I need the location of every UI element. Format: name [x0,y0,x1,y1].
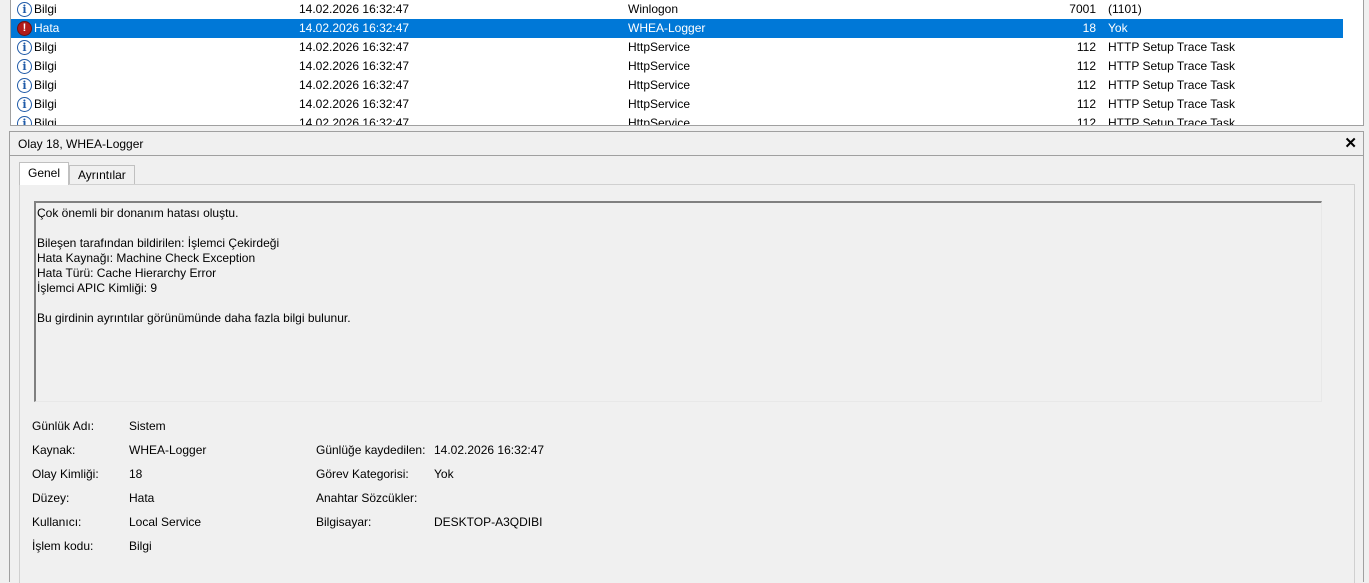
keywords-label: Anahtar Sözcükler: [316,491,418,505]
event-level: Bilgi [34,116,57,126]
log-name-label: Günlük Adı: [32,419,95,433]
event-row[interactable]: ! Hata 14.02.2026 16:32:47 WHEA-Logger 18 Yok [11,19,1343,38]
description-line: Hata Türü: Cache Hierarchy Error [37,266,217,280]
computer-label: Bilgisayar: [316,515,372,529]
detail-header: Olay 18, WHEA-Logger ✕ [10,132,1363,156]
description-line: Bu girdinin ayrıntılar görünümünde daha … [37,311,351,325]
logged-label: Günlüğe kaydedilen: [316,443,426,457]
event-level: Bilgi [34,59,57,73]
event-source: HttpService [628,97,691,111]
description-line: Hata Kaynağı: Machine Check Exception [37,251,256,265]
event-level: Bilgi [34,40,57,54]
event-task-category: HTTP Setup Trace Task [1108,78,1235,92]
error-circle-icon: ! [17,21,32,36]
event-id-value[interactable]: 18 [129,466,142,482]
event-task-category: Yok [1108,21,1128,35]
event-row[interactable]: i Bilgi 14.02.2026 16:32:47 HttpService 112 H… [11,57,1363,76]
source-value[interactable]: WHEA-Logger [129,442,206,458]
event-source: WHEA-Logger [628,21,706,35]
event-date: 14.02.2026 16:32:47 [299,40,410,54]
log-name-value[interactable]: Sistem [129,418,166,434]
info-circle-icon: i [17,40,32,55]
info-circle-icon: i [17,97,32,112]
event-row[interactable]: i Bilgi 14.02.2026 16:32:47 HttpService 112 H… [11,95,1363,114]
task-category-label: Görev Kategorisi: [316,467,409,481]
event-source: Winlogon [628,2,679,16]
tab-general[interactable]: Genel [19,162,70,185]
event-source: HttpService [628,40,691,54]
event-task-category: (1101) [1108,2,1142,16]
event-source: HttpService [628,59,691,73]
detail-title: Olay 18, WHEA-Logger [18,137,144,151]
event-row[interactable]: i Bilgi 14.02.2026 16:32:47 HttpService 112 H… [11,114,1363,126]
event-date: 14.02.2026 16:32:47 [299,116,410,126]
event-id: 18 [1082,21,1096,35]
level-label: Düzey: [32,491,70,505]
event-date: 14.02.2026 16:32:47 [299,59,410,73]
task-category-value[interactable]: Yok [434,466,454,482]
event-id: 112 [1076,97,1096,111]
event-id: 112 [1076,116,1096,126]
info-circle-icon: i [17,78,32,93]
event-id: 112 [1076,40,1096,54]
description-line: Çok önemli bir donanım hatası oluştu. [37,206,239,220]
event-description[interactable]: Çok önemli bir donanım hatası oluştu. Bi… [34,201,1322,402]
event-source: HttpService [628,116,691,126]
event-task-category: HTTP Setup Trace Task [1108,116,1235,126]
event-task-category: HTTP Setup Trace Task [1108,59,1235,73]
event-date: 14.02.2026 16:32:47 [299,78,410,92]
event-detail-pane: Olay 18, WHEA-Logger ✕ Genel Ayrıntılar … [9,131,1364,583]
event-id: 7001 [1069,2,1096,16]
event-level: Hata [34,21,60,35]
event-id: 112 [1076,78,1096,92]
level-value[interactable]: Hata [129,490,154,506]
user-label: Kullanıcı: [32,515,82,529]
event-level: Bilgi [34,78,57,92]
info-circle-icon: i [17,2,32,17]
event-list[interactable]: i Bilgi 14.02.2026 16:32:47 Winlogon 7001 (11… [10,0,1364,126]
tab-details[interactable]: Ayrıntılar [69,165,135,185]
event-row[interactable]: i Bilgi 14.02.2026 16:32:47 Winlogon 7001 (11… [11,0,1363,19]
close-icon[interactable]: ✕ [1344,133,1357,155]
computer-value[interactable]: DESKTOP-A3QDIBI [434,514,542,530]
event-date: 14.02.2026 16:32:47 [299,21,410,35]
event-date: 14.02.2026 16:32:47 [299,97,410,111]
description-line: İşlemci APIC Kimliği: 9 [37,281,158,295]
event-date: 14.02.2026 16:32:47 [299,2,410,16]
event-row[interactable]: i Bilgi 14.02.2026 16:32:47 HttpService 112 H… [11,76,1363,95]
source-label: Kaynak: [32,443,76,457]
event-source: HttpService [628,78,691,92]
opcode-label: İşlem kodu: [32,539,94,553]
logged-value[interactable]: 14.02.2026 16:32:47 [434,442,544,458]
info-circle-icon: i [17,59,32,74]
event-id-label: Olay Kimliği: [32,467,99,481]
event-level: Bilgi [34,97,57,111]
info-circle-icon: i [17,116,32,125]
event-level: Bilgi [34,2,57,16]
user-value[interactable]: Local Service [129,514,201,530]
opcode-value[interactable]: Bilgi [129,538,152,554]
event-task-category: HTTP Setup Trace Task [1108,40,1235,54]
event-row[interactable]: i Bilgi 14.02.2026 16:32:47 HttpService 112 H… [11,38,1363,57]
description-line: Bileşen tarafından bildirilen: İşlemci Ç… [37,236,280,250]
event-task-category: HTTP Setup Trace Task [1108,97,1235,111]
event-id: 112 [1076,59,1096,73]
